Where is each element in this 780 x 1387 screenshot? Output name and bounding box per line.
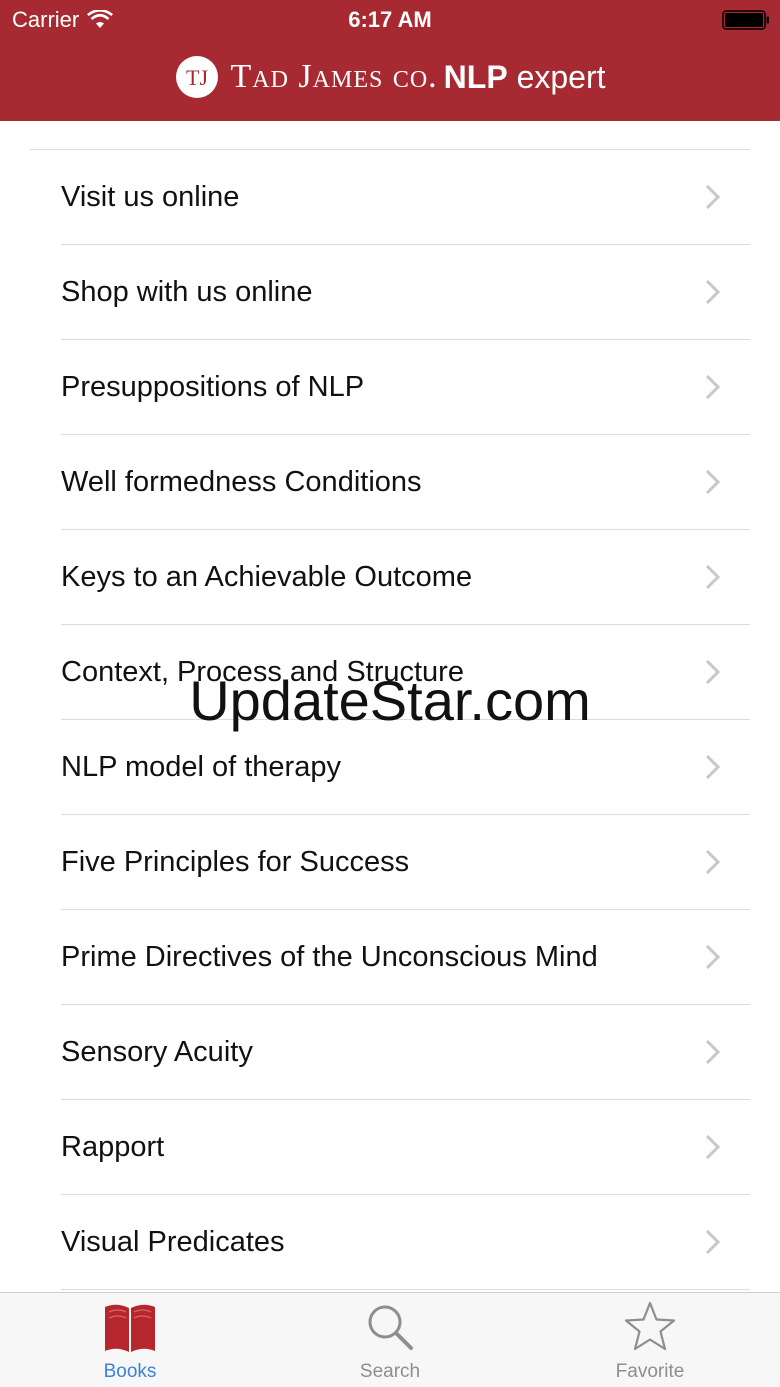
menu-list: Visit us online Shop with us online Pres… — [0, 121, 780, 1293]
app-screen: Carrier 6:17 AM TJ Tad James co. NLP exp… — [0, 0, 780, 1387]
tab-books[interactable]: Books — [0, 1293, 260, 1387]
menu-item-label: Prime Directives of the Unconscious Mind — [61, 940, 598, 973]
menu-item-sensory-acuity[interactable]: Sensory Acuity — [61, 1005, 750, 1100]
brand-suffix-light: expert — [507, 58, 606, 95]
menu-item-label: Shop with us online — [61, 275, 313, 308]
menu-item-label: Well formedness Conditions — [61, 465, 422, 498]
menu-item-visit-online[interactable]: Visit us online — [61, 150, 750, 245]
chevron-right-icon — [705, 849, 721, 875]
tab-search[interactable]: Search — [260, 1293, 520, 1387]
menu-item-five-principles[interactable]: Five Principles for Success — [61, 815, 750, 910]
tab-label: Books — [103, 1361, 157, 1382]
status-time: 6:17 AM — [348, 7, 432, 32]
brand-suffix-bold: NLP — [443, 58, 508, 95]
chevron-right-icon — [705, 1229, 721, 1255]
menu-item-label: Visual Predicates — [61, 1225, 285, 1258]
chevron-right-icon — [705, 659, 721, 685]
book-icon — [105, 1304, 155, 1352]
menu-item-label: Rapport — [61, 1130, 165, 1163]
logo-monogram: TJ — [186, 65, 208, 90]
menu-item-label: Sensory Acuity — [61, 1035, 253, 1068]
chevron-right-icon — [705, 184, 721, 210]
menu-item-label: Visit us online — [61, 180, 240, 213]
brand-logo: TJ Tad James co. NLP expert — [0, 52, 780, 102]
chevron-right-icon — [705, 1134, 721, 1160]
chevron-right-icon — [705, 469, 721, 495]
menu-item-context-process[interactable]: Context, Process and Structure — [61, 625, 750, 720]
menu-item-label: NLP model of therapy — [61, 750, 341, 783]
star-icon — [624, 1301, 676, 1351]
header-bar: Carrier 6:17 AM TJ Tad James co. NLP exp… — [0, 0, 780, 121]
menu-rows: Visit us online Shop with us online Pres… — [0, 150, 780, 1290]
chevron-right-icon — [705, 564, 721, 590]
menu-item-label: Five Principles for Success — [61, 845, 410, 878]
battery-icon — [722, 10, 769, 30]
brand-name: Tad James co. — [230, 58, 438, 95]
search-icon — [368, 1305, 413, 1350]
menu-item-rapport[interactable]: Rapport — [61, 1100, 750, 1195]
menu-item-shop-online[interactable]: Shop with us online — [61, 245, 750, 340]
chevron-right-icon — [705, 944, 721, 970]
tab-label: Search — [359, 1361, 421, 1382]
chevron-right-icon — [705, 1039, 721, 1065]
menu-item-label: Presuppositions of NLP — [61, 370, 365, 403]
chevron-right-icon — [705, 754, 721, 780]
chevron-right-icon — [705, 279, 721, 305]
tj-logo-icon: TJ — [176, 56, 219, 98]
chevron-right-icon — [705, 374, 721, 400]
tab-label: Favorite — [615, 1361, 685, 1382]
menu-item-prime-directives[interactable]: Prime Directives of the Unconscious Mind — [61, 910, 750, 1005]
menu-item-label: Keys to an Achievable Outcome — [61, 560, 473, 593]
menu-item-presuppositions[interactable]: Presuppositions of NLP — [61, 340, 750, 435]
menu-item-label: Context, Process and Structure — [61, 655, 464, 688]
menu-item-visual-predicates[interactable]: Visual Predicates — [61, 1195, 750, 1290]
menu-item-therapy-model[interactable]: NLP model of therapy — [61, 720, 750, 815]
menu-item-achievable-outcome[interactable]: Keys to an Achievable Outcome — [61, 530, 750, 625]
menu-item-well-formedness[interactable]: Well formedness Conditions — [61, 435, 750, 530]
brand-suffix: NLP expert — [444, 59, 606, 96]
tab-bar: Books Search Favorite — [0, 1292, 780, 1387]
tab-favorite[interactable]: Favorite — [520, 1293, 780, 1387]
status-bar: Carrier 6:17 AM — [0, 0, 780, 40]
